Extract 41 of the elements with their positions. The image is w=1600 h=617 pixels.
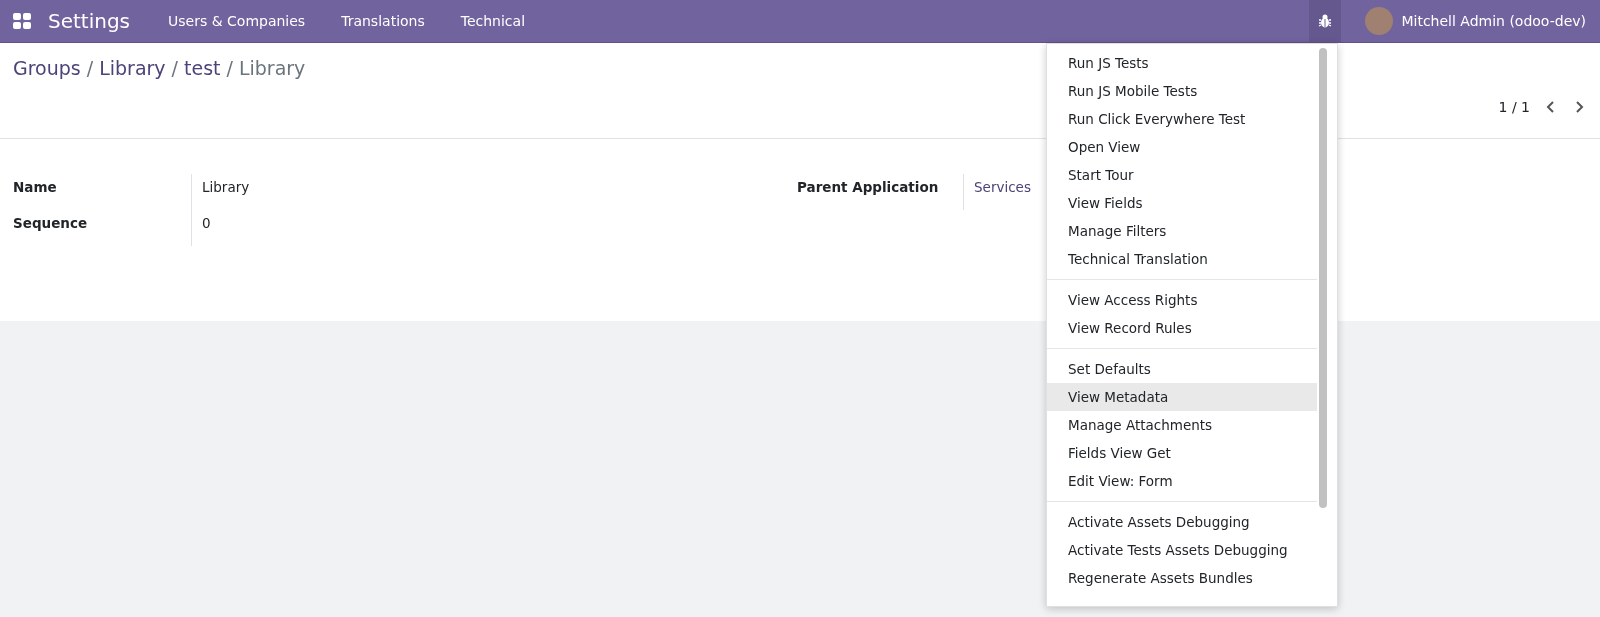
dropdown-item[interactable]: Regenerate Assets Bundles — [1047, 564, 1317, 592]
menu-item[interactable]: Translations — [323, 13, 443, 29]
breadcrumb-link[interactable]: Groups — [13, 57, 81, 79]
dropdown-item[interactable]: Set Defaults — [1047, 355, 1317, 383]
field-value: 0 — [191, 210, 797, 246]
dropdown-item[interactable]: Fields View Get — [1047, 439, 1317, 467]
bug-icon — [1318, 14, 1333, 28]
dropdown-item[interactable]: View Metadata — [1047, 383, 1317, 411]
dropdown-item[interactable]: Run JS Mobile Tests — [1047, 77, 1317, 105]
field-label: Parent Application — [797, 178, 940, 197]
field-value: Library — [191, 174, 797, 210]
field-label: Sequence — [13, 214, 89, 233]
breadcrumb-separator: / — [226, 57, 233, 79]
dropdown-item[interactable]: Run Click Everywhere Test — [1047, 105, 1317, 133]
dropdown-item[interactable]: Technical Translation — [1047, 245, 1317, 273]
dropdown-item[interactable]: View Record Rules — [1047, 314, 1317, 342]
scrollbar-thumb[interactable] — [1319, 48, 1327, 508]
pager-value[interactable]: 1 / 1 — [1498, 99, 1530, 115]
app-grid-icon[interactable] — [13, 13, 31, 29]
menu-item[interactable]: Technical — [442, 13, 544, 29]
dropdown-item[interactable]: Activate Tests Assets Debugging — [1047, 536, 1317, 564]
dropdown-item[interactable]: Start Tour — [1047, 161, 1317, 189]
field-label: Name — [13, 178, 58, 197]
dropdown-item[interactable]: Manage Filters — [1047, 217, 1317, 245]
breadcrumb-separator: / — [171, 57, 178, 79]
breadcrumb-link[interactable]: test — [184, 57, 221, 79]
dropdown-item[interactable]: Run JS Tests — [1047, 49, 1317, 77]
field-link[interactable]: Services — [974, 179, 1031, 195]
debug-button[interactable] — [1309, 0, 1342, 42]
dropdown-item[interactable]: View Access Rights — [1047, 286, 1317, 314]
dropdown-item[interactable]: Manage Attachments — [1047, 411, 1317, 439]
dropdown-item[interactable]: View Fields — [1047, 189, 1317, 217]
breadcrumb-separator: / — [86, 57, 94, 79]
menu-item[interactable]: Users & Companies — [150, 13, 324, 29]
breadcrumb-current: Library — [238, 57, 306, 79]
app-name[interactable]: Settings — [48, 9, 131, 33]
user-name[interactable]: Mitchell Admin (odoo-dev) — [1401, 13, 1586, 29]
breadcrumb-link[interactable]: Library — [99, 57, 166, 79]
dropdown-item[interactable]: Open View — [1047, 133, 1317, 161]
dropdown-item[interactable]: Activate Assets Debugging — [1047, 508, 1317, 536]
dropdown-item[interactable]: Edit View: Form — [1047, 467, 1317, 495]
